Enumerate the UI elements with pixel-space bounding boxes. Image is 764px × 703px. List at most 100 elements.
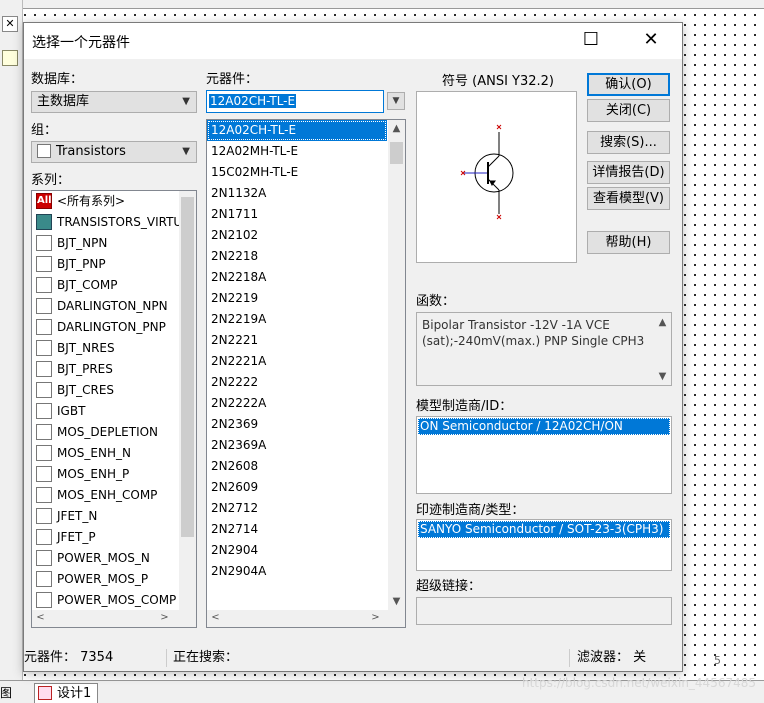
list-item[interactable]: JFET_N (32, 506, 181, 527)
list-item[interactable]: 2N2369A (207, 435, 387, 456)
ok-button[interactable]: 确认(O) (587, 73, 670, 96)
list-item[interactable]: 12A02CH-TL-E (207, 120, 387, 141)
view-model-button[interactable]: 查看模型(V) (587, 187, 670, 210)
component-scroll-thumb[interactable] (390, 142, 403, 164)
family-vertical-scrollbar[interactable] (179, 191, 196, 610)
model-item[interactable]: ON Semiconductor / 12A02CH/ON (418, 418, 670, 435)
list-item[interactable]: MOS_ENH_N (32, 443, 181, 464)
list-item[interactable]: JFET_P (32, 527, 181, 548)
family-item-label: BJT_NRES (57, 341, 115, 355)
list-item[interactable]: 2N2221A (207, 351, 387, 372)
family-item-label: POWER_MOS_COMP (57, 593, 177, 607)
family-item-label: JFET_P (57, 530, 96, 544)
dialog-titlebar: 选择一个元器件 ☐ ✕ (24, 23, 682, 59)
list-item[interactable]: DARLINGTON_NPN (32, 296, 181, 317)
component-list[interactable]: 12A02CH-TL-E 12A02MH-TL-E 15C02MH-TL-E 2N11… (206, 119, 406, 628)
database-label: 数据库： (31, 72, 84, 87)
detail-report-button[interactable]: 详情报告(D) (587, 161, 670, 184)
scroll-right-icon[interactable]: > (156, 612, 173, 623)
list-item[interactable]: IGBT (32, 401, 181, 422)
scroll-left-icon[interactable]: < (207, 612, 224, 623)
family-item-label: DARLINGTON_NPN (57, 299, 168, 313)
list-item[interactable]: All <所有系列> (32, 191, 181, 212)
family-list[interactable]: All <所有系列> TRANSISTORS_VIRTUAL BJT_NPN BJT_P… (31, 190, 197, 628)
list-item[interactable]: 2N2712 (207, 498, 387, 519)
filter-dropdown-icon[interactable]: ▼ (387, 92, 405, 110)
list-item[interactable]: 2N2221 (207, 330, 387, 351)
list-item[interactable]: BJT_CRES (32, 380, 181, 401)
hyperlink-field[interactable] (416, 597, 672, 625)
function-textbox[interactable]: Bipolar Transistor -12V -1A VCE (sat);-2… (416, 312, 672, 386)
list-item[interactable]: MOS_ENH_COMP (32, 485, 181, 506)
list-item[interactable]: 2N2904A (207, 561, 387, 582)
scroll-down-icon[interactable]: ▼ (388, 596, 405, 607)
list-item[interactable]: POWER_MOS_P (32, 569, 181, 590)
list-item[interactable]: MOS_ENH_P (32, 464, 181, 485)
list-item[interactable]: 12A02MH-TL-E (207, 141, 387, 162)
maximize-icon[interactable]: ☐ (568, 23, 614, 57)
list-item[interactable]: 2N2222A (207, 393, 387, 414)
list-item[interactable]: 2N1132A (207, 183, 387, 204)
list-item[interactable]: POWER_MOS_COMP (32, 590, 181, 611)
power-mos-p-icon (36, 570, 52, 587)
list-item[interactable]: BJT_NRES (32, 338, 181, 359)
component-horizontal-scrollbar[interactable]: < > (207, 610, 405, 627)
scroll-down-icon[interactable]: ▼ (654, 371, 671, 382)
list-item[interactable]: DARLINGTON_PNP (32, 317, 181, 338)
family-item-label: MOS_ENH_COMP (57, 488, 158, 502)
left-panel-close-icon[interactable]: ✕ (2, 16, 18, 32)
transistor-group-icon (37, 143, 51, 158)
chevron-down-icon: ▼ (182, 96, 190, 107)
list-item[interactable]: MOS_DEPLETION (32, 422, 181, 443)
model-list[interactable]: ON Semiconductor / 12A02CH/ON (416, 416, 672, 494)
list-item[interactable]: 2N2608 (207, 456, 387, 477)
list-item[interactable]: TRANSISTORS_VIRTUAL (32, 212, 181, 233)
scroll-up-icon[interactable]: ▲ (654, 317, 671, 328)
group-select[interactable]: Transistors ▼ (31, 141, 197, 163)
scroll-left-icon[interactable]: < (32, 612, 49, 623)
scroll-up-icon[interactable]: ▲ (388, 123, 405, 134)
close-icon[interactable]: ✕ (628, 23, 674, 57)
chevron-down-icon: ▼ (182, 146, 190, 157)
left-panel-strip (0, 0, 23, 702)
status-count: 元器件： 7354 (24, 650, 114, 665)
database-select[interactable]: 主数据库 ▼ (31, 91, 197, 113)
watermark-text: https://blog.csdn.net/weixin_44567485 (521, 676, 756, 690)
list-item[interactable]: POWER_MOS_N (32, 548, 181, 569)
list-item[interactable]: 2N2219 (207, 288, 387, 309)
help-button[interactable]: 帮助(H) (587, 231, 670, 254)
list-item[interactable]: 2N2219A (207, 309, 387, 330)
list-item[interactable]: 2N1711 (207, 204, 387, 225)
list-item[interactable]: BJT_NPN (32, 233, 181, 254)
list-item[interactable]: BJT_PNP (32, 254, 181, 275)
all-icon: All (36, 192, 52, 209)
component-input[interactable]: 12A02CH-TL-E (206, 90, 384, 113)
pnp-transistor-symbol (460, 124, 514, 220)
footprint-list[interactable]: SANYO Semiconductor / SOT-23-3(CPH3) (416, 519, 672, 571)
list-item[interactable]: 2N2102 (207, 225, 387, 246)
hyperlink-label: 超级链接： (416, 579, 482, 594)
close-button[interactable]: 关闭(C) (587, 99, 670, 122)
mos-enh-p-icon (36, 465, 52, 482)
list-item[interactable]: 2N2222 (207, 372, 387, 393)
scroll-right-icon[interactable]: > (367, 612, 384, 623)
search-button[interactable]: 搜索(S)... (587, 131, 670, 154)
list-item[interactable]: 2N2609 (207, 477, 387, 498)
list-item[interactable]: 2N2218 (207, 246, 387, 267)
list-item[interactable]: BJT_COMP (32, 275, 181, 296)
cres-icon (36, 381, 52, 398)
select-component-dialog: 选择一个元器件 ☐ ✕ 数据库： 主数据库 ▼ 组： Transistors ▼… (23, 22, 683, 672)
family-item-label: BJT_PRES (57, 362, 113, 376)
family-scroll-thumb[interactable] (181, 197, 194, 537)
list-item[interactable]: BJT_PRES (32, 359, 181, 380)
family-item-label: BJT_PNP (57, 257, 106, 271)
list-item[interactable]: 2N2714 (207, 519, 387, 540)
list-item[interactable]: 15C02MH-TL-E (207, 162, 387, 183)
list-item[interactable]: 2N2218A (207, 267, 387, 288)
family-horizontal-scrollbar[interactable]: < > (32, 610, 196, 627)
component-vertical-scrollbar[interactable]: ▲ ▼ (388, 120, 405, 610)
footprint-item[interactable]: SANYO Semiconductor / SOT-23-3(CPH3) (418, 521, 670, 538)
left-panel-tool-icon[interactable] (2, 50, 18, 66)
list-item[interactable]: 2N2369 (207, 414, 387, 435)
list-item[interactable]: 2N2904 (207, 540, 387, 561)
